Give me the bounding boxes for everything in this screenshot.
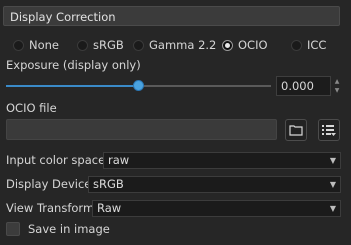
- chevron-down-icon: ▼: [329, 180, 336, 189]
- panel-title: Display Correction: [10, 10, 116, 24]
- list-menu-button[interactable]: [318, 119, 340, 141]
- exposure-slider-handle[interactable]: [133, 80, 144, 91]
- list-menu-icon: [322, 125, 336, 136]
- radio-gamma[interactable]: Gamma 2.2: [133, 38, 216, 52]
- panel-header[interactable]: Display Correction: [3, 6, 340, 26]
- exposure-label: Exposure (display only): [6, 58, 141, 72]
- input-color-space-label: Input color space: [6, 153, 106, 167]
- display-device-label: Display Device: [6, 177, 92, 191]
- exposure-slider-fill: [6, 85, 139, 87]
- view-transform-value: Raw: [97, 201, 122, 215]
- input-color-space-select[interactable]: raw ▼: [103, 152, 341, 169]
- display-device-value: sRGB: [93, 177, 124, 191]
- folder-icon: [289, 125, 303, 136]
- radio-dot-checked[interactable]: [222, 39, 233, 51]
- radio-label: OCIO: [238, 38, 268, 52]
- radio-label: Gamma 2.2: [149, 38, 217, 52]
- radio-dot[interactable]: [133, 39, 144, 51]
- radio-dot[interactable]: [77, 39, 88, 51]
- ocio-file-input[interactable]: [6, 119, 277, 140]
- radio-dot[interactable]: [291, 39, 302, 51]
- spin-arrows-icon[interactable]: ▲ ▼: [333, 77, 341, 95]
- ocio-file-label: OCIO file: [6, 101, 57, 115]
- radio-label: None: [29, 38, 60, 52]
- input-color-space-value: raw: [108, 153, 130, 167]
- chevron-down-icon: ▼: [329, 156, 336, 165]
- chevron-down-icon: ▼: [329, 204, 336, 213]
- save-in-image-label: Save in image: [28, 222, 110, 236]
- radio-label: ICC: [307, 38, 327, 52]
- save-in-image-checkbox[interactable]: [6, 222, 20, 236]
- view-transform-select[interactable]: Raw ▼: [92, 200, 341, 217]
- display-device-select[interactable]: sRGB ▼: [88, 176, 341, 193]
- radio-ocio[interactable]: OCIO: [222, 38, 268, 52]
- radio-dot[interactable]: [13, 39, 24, 51]
- radio-label: sRGB: [93, 38, 124, 52]
- radio-none[interactable]: None: [13, 38, 59, 52]
- browse-folder-button[interactable]: [285, 119, 307, 141]
- view-transform-label: View Transform: [6, 201, 95, 215]
- exposure-spinbox[interactable]: 0.000: [276, 76, 331, 96]
- radio-icc[interactable]: ICC: [291, 38, 326, 52]
- radio-srgb[interactable]: sRGB: [77, 38, 124, 52]
